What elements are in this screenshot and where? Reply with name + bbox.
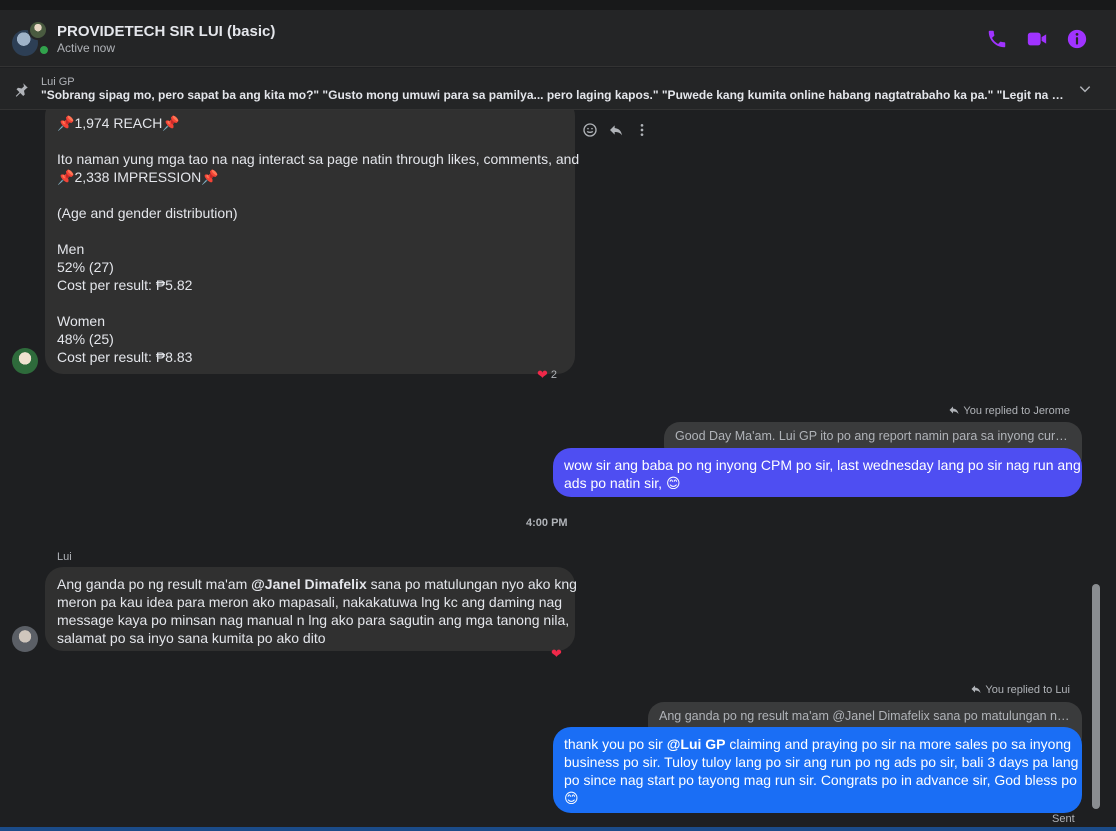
timestamp: 4:00 PM — [526, 517, 568, 529]
composer-edge — [0, 827, 1116, 831]
pinned-text: "Sobrang sipag mo, pero sapat ba ang kit… — [41, 88, 1071, 102]
group-avatar[interactable] — [12, 20, 50, 58]
message-actions — [582, 122, 650, 138]
reply-icon — [971, 685, 981, 693]
mention-link[interactable]: @Janel Dimafelix — [251, 576, 367, 592]
more-options-icon[interactable] — [634, 122, 650, 138]
message-line: Cost per result: ₱8.83 — [57, 349, 193, 365]
emoji-icon[interactable] — [582, 122, 598, 138]
mention-link[interactable]: @Lui GP — [667, 736, 726, 752]
message-line: 😊 — [564, 790, 579, 806]
message-bubble-incoming[interactable]: Ang ganda po ng result ma'am @Janel Dima… — [45, 567, 577, 651]
pushpin-emoji: 📌 — [201, 169, 219, 185]
reaction-badge[interactable]: ❤ — [551, 645, 562, 663]
message-line: ads po natin sir, 😊 — [564, 475, 681, 491]
pushpin-emoji: 📌 — [57, 169, 75, 185]
message-line: message kaya po minsan nag manual n lng … — [57, 612, 570, 628]
message-line: Cost per result: ₱5.82 — [57, 277, 193, 293]
message-line: (Age and gender distribution) — [57, 205, 238, 221]
video-icon[interactable] — [1026, 28, 1048, 50]
message-list[interactable]: 📌1,974 REACH📌 Ito naman yung mga tao na … — [0, 110, 1116, 831]
chevron-down-icon[interactable] — [1078, 82, 1092, 96]
pushpin-emoji: 📌 — [162, 115, 180, 131]
sender-name: Lui — [57, 551, 72, 563]
heart-icon: ❤ — [551, 646, 562, 661]
message-line: salamat po sa inyo sana kumita po ako di… — [57, 630, 326, 646]
scrollbar-thumb[interactable] — [1092, 584, 1100, 809]
avatar[interactable] — [12, 626, 38, 652]
pinned-message-bar[interactable]: Lui GP "Sobrang sipag mo, pero sapat ba … — [0, 68, 1116, 110]
replied-to-label: You replied to Lui — [900, 683, 1070, 696]
message-line: 52% (27) — [57, 259, 114, 275]
message-line: 📌1,974 REACH📌 — [57, 115, 180, 131]
replied-to-label: You replied to Jerome — [900, 404, 1070, 417]
message-bubble-incoming[interactable]: 📌1,974 REACH📌 Ito naman yung mga tao na … — [45, 110, 580, 374]
pushpin-emoji: 📌 — [57, 115, 75, 131]
pinned-sender: Lui GP — [41, 76, 75, 88]
reply-icon — [949, 406, 959, 414]
message-line: Women — [57, 313, 105, 329]
online-indicator — [38, 44, 50, 56]
message-line: thank you po sir @Lui GP claiming and pr… — [564, 736, 1072, 752]
message-line: 48% (25) — [57, 331, 114, 347]
phone-icon[interactable] — [986, 28, 1008, 50]
sent-status: Sent — [1052, 813, 1075, 825]
pin-icon — [12, 81, 30, 99]
message-line: Ang ganda po ng result ma'am @Janel Dima… — [57, 576, 577, 592]
reaction-badge[interactable]: ❤ 2 — [537, 366, 557, 384]
message-line: po since nag start po tayong mag run sir… — [564, 772, 1077, 788]
message-bubble-outgoing[interactable]: thank you po sir @Lui GP claiming and pr… — [553, 727, 1082, 813]
scrollbar[interactable] — [1090, 110, 1102, 831]
active-status: Active now — [57, 41, 116, 55]
avatar — [28, 20, 48, 40]
message-line: business po sir. Tuloy tuloy lang po sir… — [564, 754, 1079, 770]
reaction-count: 2 — [550, 369, 558, 381]
message-line: Ito naman yung mga tao na nag interact s… — [57, 151, 580, 167]
reply-icon[interactable] — [608, 122, 624, 138]
heart-icon: ❤ — [537, 367, 548, 382]
info-icon[interactable] — [1066, 28, 1088, 50]
message-line: Men — [57, 241, 85, 257]
conversation-title[interactable]: PROVIDETECH SIR LUI (basic) — [57, 23, 275, 40]
message-bubble-outgoing[interactable]: wow sir ang baba po ng inyong CPM po sir… — [553, 448, 1082, 497]
avatar[interactable] — [12, 348, 38, 374]
chat-header: PROVIDETECH SIR LUI (basic) Active now — [0, 10, 1116, 67]
message-line: meron pa kau idea para meron ako mapasal… — [57, 594, 563, 610]
message-line: 📌2,338 IMPRESSION📌 — [57, 169, 219, 185]
message-line: wow sir ang baba po ng inyong CPM po sir… — [564, 457, 1081, 473]
window-top-strip — [0, 0, 1116, 10]
